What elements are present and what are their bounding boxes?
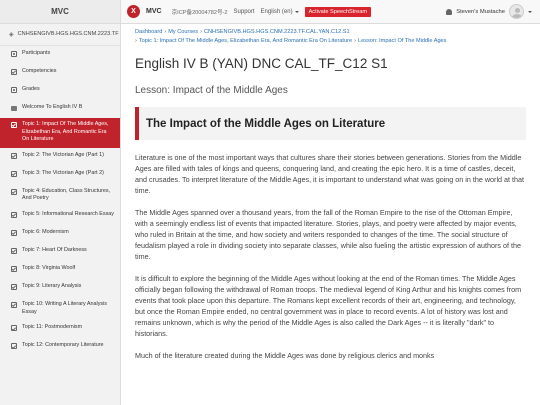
breadcrumb-topic[interactable]: Topic 1: Impact Of The Middle Ages, Eliz… [139, 38, 352, 44]
check-square-icon [11, 211, 17, 218]
sidebar-item-label: Topic 12: Contemporary Literature [22, 342, 104, 349]
sidebar-item-label: Topic 9: Literary Analysis [22, 282, 82, 289]
check-square-icon [11, 247, 17, 254]
sidebar-item-label: Topic 1: Impact Of The Middle Ages, Eliz… [22, 121, 109, 143]
top-navbar: X MVC 京ICP备20004782号-2 Support English (… [121, 0, 540, 24]
sidebar-item-topic-6[interactable]: Topic 6: Modernism [0, 225, 120, 243]
user-name: Steven's Mustache [456, 8, 505, 15]
check-square-icon [11, 283, 17, 290]
sidebar-course-link[interactable]: ◈ CNHSENGIVB.HGS.HGS.CNM.2223.TF [0, 24, 120, 46]
breadcrumb-lesson[interactable]: Lesson: Impact Of The Middle Ages [358, 38, 447, 44]
breadcrumb: Dashboard › My Courses › CNHSENGIVB.HGS.HGS.… [135, 29, 447, 44]
caret-down-icon [294, 10, 299, 13]
sidebar-item-label: Topic 8: Virginia Woolf [22, 264, 76, 271]
main-content: Dashboard › My Courses › CNHSENGIVB.HGS.HGS.… [121, 24, 540, 405]
sidebar-item-label: Competencies [22, 68, 57, 74]
paragraph: Literature is one of the most important … [135, 153, 525, 195]
lesson-title: Lesson: Impact of the Middle Ages [135, 85, 288, 96]
sidebar-item-label: Topic 4: Education, Class Structures, An… [22, 187, 111, 202]
sidebar-item-label: Topic 3: The Victorian Age (Part 2) [22, 169, 104, 176]
lesson-content: Literature is one of the most important … [135, 152, 526, 361]
sidebar-nav: Participants Competencies Grades Welcome… [0, 46, 120, 356]
sidebar-item-topic-3[interactable]: Topic 3: The Victorian Age (Part 2) [0, 166, 120, 184]
sidebar-item-participants[interactable]: Participants [0, 46, 120, 64]
check-square-icon [11, 69, 17, 75]
breadcrumb-course[interactable]: CNHSENGIVB.HGS.HGS.CNM.2223.TF.CAL.YAN.C… [204, 29, 350, 35]
section-heading: The Impact of the Middle Ages on Literat… [146, 117, 386, 130]
breadcrumb-dashboard[interactable]: Dashboard [135, 29, 162, 35]
sidebar-item-label: Grades [22, 86, 40, 92]
sidebar-item-topic-7[interactable]: Topic 7: Heart Of Darkness [0, 243, 120, 261]
check-square-icon [11, 188, 17, 195]
sidebar-item-topic-8[interactable]: Topic 8: Virginia Woolf [0, 261, 120, 279]
folder-icon [11, 106, 17, 111]
user-menu[interactable]: Steven's Mustache [446, 4, 532, 19]
support-link[interactable]: Support [234, 9, 255, 15]
check-square-icon [11, 122, 17, 128]
language-label: English (en) [260, 8, 293, 15]
breadcrumb-my-courses[interactable]: My Courses [168, 29, 198, 35]
sidebar-item-topic-10[interactable]: Topic 10: Writing A Literary Analysis Es… [0, 297, 120, 320]
course-sidebar: MVC ◈ CNHSENGIVB.HGS.HGS.CNM.2223.TF Par… [0, 0, 121, 405]
sidebar-item-label: Topic 10: Writing A Literary Analysis Es… [22, 300, 107, 315]
paragraph: It is difficult to explore the beginning… [135, 274, 522, 338]
sidebar-item-competencies[interactable]: Competencies [0, 64, 120, 82]
bell-icon[interactable] [446, 8, 453, 15]
sidebar-item-topic-2[interactable]: Topic 2: The Victorian Age (Part 1) [0, 148, 120, 166]
sidebar-item-welcome[interactable]: Welcome To English IV B [0, 100, 120, 118]
section-heading-box: The Impact of the Middle Ages on Literat… [135, 107, 526, 140]
sidebar-item-topic-1[interactable]: Topic 1: Impact Of The Middle Ages, Eliz… [0, 118, 120, 148]
sidebar-item-label: Participants [22, 50, 51, 56]
sidebar-item-label: Topic 2: The Victorian Age (Part 1) [22, 151, 104, 158]
site-logo[interactable]: X [127, 5, 140, 18]
sidebar-item-topic-11[interactable]: Topic 11: Postmodernism [0, 320, 120, 338]
check-square-icon [11, 343, 17, 350]
check-square-icon [11, 152, 17, 159]
sidebar-course-label: CNHSENGIVB.HGS.HGS.CNM.2223.TF [17, 31, 119, 37]
site-name[interactable]: MVC [146, 8, 162, 15]
sidebar-item-topic-12[interactable]: Topic 12: Contemporary Literature [0, 338, 120, 356]
graduation-cap-icon: ◈ [9, 32, 14, 38]
caret-down-icon [528, 10, 532, 13]
sidebar-item-grades[interactable]: Grades [0, 82, 120, 100]
sidebar-item-label: Topic 5: Informational Research Essay [22, 210, 114, 217]
users-icon [11, 51, 17, 57]
sidebar-item-label: Topic 6: Modernism [22, 228, 69, 235]
sidebar-item-topic-5[interactable]: Topic 5: Informational Research Essay [0, 207, 120, 225]
language-menu[interactable]: English (en) [261, 9, 299, 15]
check-square-icon [11, 265, 17, 272]
sidebar-item-label: Topic 7: Heart Of Darkness [22, 246, 87, 253]
table-icon [11, 87, 17, 93]
sidebar-item-topic-4[interactable]: Topic 4: Education, Class Structures, An… [0, 184, 120, 207]
avatar [509, 4, 524, 19]
sidebar-item-topic-9[interactable]: Topic 9: Literary Analysis [0, 279, 120, 297]
paragraph: Much of the literature created during th… [135, 351, 435, 360]
page-title: English IV B (YAN) DNC CAL_TF_C12 S1 [135, 56, 388, 71]
icp-license-link[interactable]: 京ICP备20004782号-2 [172, 8, 228, 16]
check-square-icon [11, 170, 17, 177]
sidebar-item-label: Welcome To English IV B [22, 104, 83, 110]
paragraph: The Middle Ages spanned over a thousand … [135, 208, 521, 261]
speechstream-button[interactable]: Activate SpeechStream [304, 6, 372, 17]
check-square-icon [11, 229, 17, 236]
sidebar-brand: MVC [0, 0, 120, 24]
check-square-icon [11, 301, 17, 308]
check-square-icon [11, 325, 17, 332]
sidebar-item-label: Topic 11: Postmodernism [22, 324, 83, 331]
